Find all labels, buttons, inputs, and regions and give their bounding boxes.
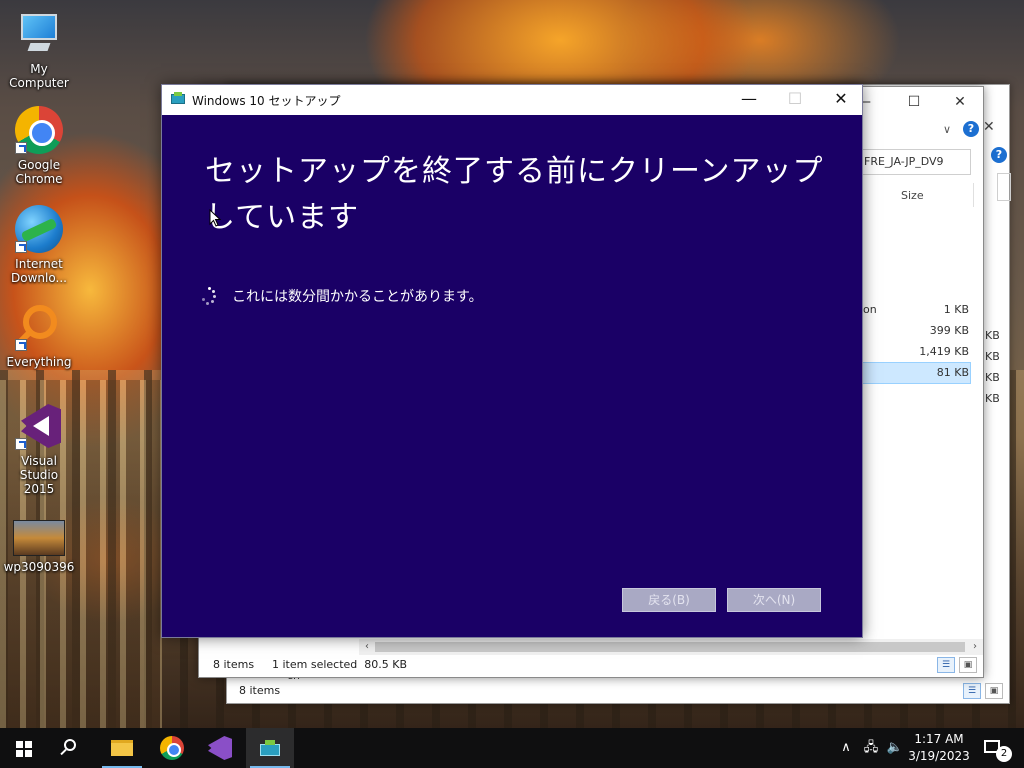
shortcut-arrow-icon bbox=[15, 241, 27, 253]
desktop-icon-my-computer[interactable]: My Computer bbox=[1, 10, 77, 90]
column-separator[interactable] bbox=[973, 183, 974, 207]
network-icon[interactable]: 🖧 bbox=[860, 728, 882, 768]
status-item-count: 8 items bbox=[239, 684, 281, 697]
desktop-icon-label: wp3090396 bbox=[3, 560, 75, 574]
status-item-count: 8 items bbox=[213, 658, 255, 671]
windows-setup-icon bbox=[171, 92, 185, 106]
search-icon bbox=[64, 739, 76, 751]
setup-titlebar[interactable]: Windows 10 セットアップ — ☐ ✕ bbox=[162, 85, 862, 115]
everything-search-icon bbox=[15, 303, 63, 351]
clock-date: 3/19/2023 bbox=[908, 749, 970, 763]
desktop-icon-everything[interactable]: Everything bbox=[1, 303, 77, 369]
close-icon[interactable]: ✕ bbox=[818, 85, 864, 115]
clock-time: 1:17 AM bbox=[914, 732, 964, 746]
status-bar-back: 8 items ☰ ▣ bbox=[227, 679, 1009, 703]
taskbar: ∧ 🖧 🔈 1:17 AM 3/19/2023 2 bbox=[0, 728, 1024, 768]
help-icon[interactable]: ? bbox=[963, 121, 979, 137]
desktop-icon-wp3090396[interactable]: wp3090396 bbox=[1, 512, 77, 574]
visual-studio-icon bbox=[208, 736, 232, 760]
start-button[interactable] bbox=[0, 728, 48, 768]
desktop-icon-label: Everything bbox=[6, 355, 72, 369]
setup-heading: セットアップを終了する前にクリーンアップしています bbox=[205, 154, 824, 235]
desktop-icon-google-chrome[interactable]: Google Chrome bbox=[1, 106, 77, 186]
mouse-cursor-icon bbox=[209, 209, 221, 227]
size-fragment: KB bbox=[985, 371, 1000, 384]
size-fragment: KB bbox=[985, 392, 1000, 405]
windows-setup-window[interactable]: Windows 10 セットアップ — ☐ ✕ セットアップを終了する前にクリー… bbox=[161, 84, 863, 638]
search-button[interactable] bbox=[48, 728, 96, 768]
taskbar-file-explorer[interactable] bbox=[98, 728, 146, 768]
desktop-icon-internet-download-manager[interactable]: Internet Downlo... bbox=[1, 205, 77, 285]
setup-status-text: これには数分間かかることがあります。 bbox=[232, 289, 483, 305]
back-button[interactable]: 戻る(B) bbox=[622, 588, 716, 612]
taskbar-chrome[interactable] bbox=[148, 728, 196, 768]
chevron-down-icon[interactable]: ∨ bbox=[943, 123, 951, 136]
maximize-icon: ☐ bbox=[787, 89, 803, 108]
windows-setup-icon bbox=[260, 740, 280, 756]
size-fragment: KB bbox=[985, 329, 1000, 342]
volume-icon[interactable]: 🔈 bbox=[884, 728, 906, 768]
maximize-icon[interactable]: ☐ bbox=[899, 93, 929, 111]
window-title: Windows 10 セットアップ bbox=[192, 94, 341, 108]
status-selection: 1 item selected 80.5 KB bbox=[272, 658, 408, 671]
start-icon bbox=[16, 741, 32, 757]
computer-icon bbox=[15, 10, 63, 58]
loading-spinner-icon bbox=[202, 287, 218, 307]
shortcut-arrow-icon bbox=[15, 142, 27, 154]
address-bar[interactable]: FRE_JA-JP_DV9 bbox=[859, 149, 971, 175]
file-size: 81 KB bbox=[936, 366, 969, 379]
column-header-size[interactable]: Size bbox=[901, 189, 924, 202]
minimize-icon[interactable]: — bbox=[726, 85, 772, 115]
desktop-icon-label: Visual Studio 2015 bbox=[19, 454, 59, 496]
taskbar-visual-studio[interactable] bbox=[196, 728, 244, 768]
chrome-icon bbox=[15, 106, 63, 154]
large-icons-view-icon[interactable]: ▣ bbox=[985, 683, 1003, 699]
address-box-partial[interactable] bbox=[997, 173, 1011, 201]
file-size: 1,419 KB bbox=[919, 345, 969, 358]
help-icon[interactable]: ? bbox=[991, 147, 1007, 163]
chrome-icon bbox=[160, 736, 184, 760]
large-icons-view-icon[interactable]: ▣ bbox=[959, 657, 977, 673]
desktop-icon-label: Google Chrome bbox=[15, 158, 63, 186]
visual-studio-icon bbox=[15, 402, 63, 450]
desktop-icon-label: My Computer bbox=[9, 62, 69, 90]
details-view-icon[interactable]: ☰ bbox=[963, 683, 981, 699]
taskbar-windows-setup[interactable] bbox=[246, 728, 294, 768]
file-explorer-icon bbox=[111, 740, 133, 756]
file-name[interactable]: on bbox=[863, 303, 877, 316]
show-hidden-icons-chevron-icon[interactable]: ∧ bbox=[836, 728, 856, 768]
scrollbar-thumb[interactable] bbox=[375, 642, 965, 652]
notification-badge: 2 bbox=[996, 746, 1012, 762]
shortcut-arrow-icon bbox=[15, 339, 27, 351]
desktop-icon-label: Internet Downlo... bbox=[11, 257, 67, 285]
file-size: 399 KB bbox=[929, 324, 969, 337]
internet-download-manager-icon bbox=[15, 205, 63, 253]
action-center-button[interactable]: 2 bbox=[978, 728, 1018, 768]
close-icon[interactable]: ✕ bbox=[983, 119, 995, 135]
next-button[interactable]: 次へ(N) bbox=[727, 588, 821, 612]
file-size: 1 KB bbox=[943, 303, 969, 316]
taskbar-clock[interactable]: 1:17 AM 3/19/2023 bbox=[906, 731, 972, 765]
status-bar-front: 8 items 1 item selected 80.5 KB ☰ ▣ bbox=[199, 653, 983, 677]
desktop-icon-visual-studio[interactable]: Visual Studio 2015 bbox=[1, 402, 77, 496]
close-icon[interactable]: ✕ bbox=[945, 93, 975, 111]
image-file-icon bbox=[13, 520, 65, 556]
details-view-icon[interactable]: ☰ bbox=[937, 657, 955, 673]
shortcut-arrow-icon bbox=[15, 438, 27, 450]
size-fragment: KB bbox=[985, 350, 1000, 363]
